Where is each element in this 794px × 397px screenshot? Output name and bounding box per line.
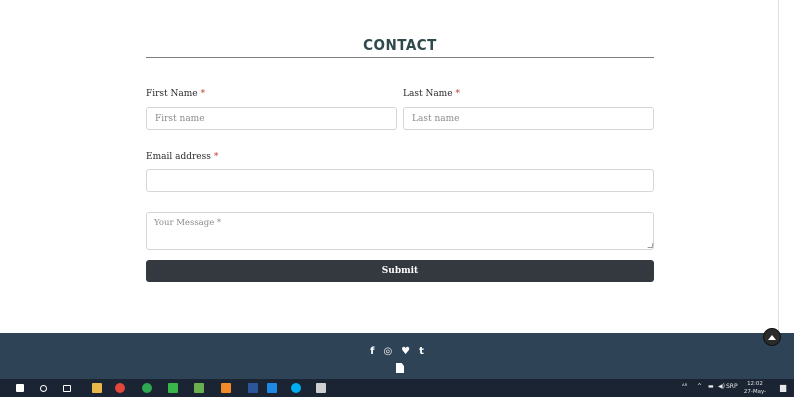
back-to-top-button[interactable] [763,328,781,346]
last-name-input[interactable] [403,107,654,130]
file-explorer-icon[interactable] [91,382,103,394]
app-green-icon[interactable] [141,382,153,394]
tumblr-icon[interactable]: t [419,346,424,358]
first-name-label-text: First Name [146,89,198,99]
email-label-text: Email address [146,152,211,162]
title-divider [146,57,654,58]
required-mark: * [213,152,219,162]
facebook-icon[interactable]: f [370,346,374,358]
app-green2-icon-glyph [168,383,178,393]
required-mark: * [200,89,206,99]
start-icon-glyph [16,384,24,392]
notepad-icon-glyph [194,383,204,393]
xampp-icon-glyph [221,383,231,393]
taskbar-clock[interactable]: 12:02 27-May-20 [741,380,769,397]
skype-icon[interactable] [290,382,302,394]
first-name-input[interactable] [146,107,397,130]
message-textarea[interactable] [146,212,654,250]
social-links: f ◎ ♥ t [0,346,794,358]
resize-handle[interactable] [647,243,654,248]
word-icon[interactable] [247,382,259,394]
last-name-label: Last Name * [403,89,460,99]
notepad-icon[interactable] [193,382,205,394]
task-view-icon-glyph [63,384,71,392]
volume-icon[interactable]: ◀) [718,383,725,390]
app-green2-icon[interactable] [167,382,179,394]
chrome-icon[interactable] [114,382,126,394]
first-name-label: First Name * [146,89,205,99]
required-mark: * [455,89,461,99]
notifications-icon[interactable]: ▆ [780,383,786,392]
chrome-icon-glyph [115,383,125,393]
task-view-icon[interactable] [61,382,73,394]
clock-date: 27-May-20 [743,389,767,395]
email-label: Email address * [146,152,218,162]
search-icon-glyph [39,384,47,392]
input-indicator-icon[interactable]: ᴬᴿ [682,383,687,390]
start-icon[interactable] [14,382,26,394]
twitter-icon[interactable]: ♥ [401,346,410,358]
photos-icon-glyph [316,383,326,393]
search-icon[interactable] [37,382,49,394]
last-name-label-text: Last Name [403,89,453,99]
submit-button[interactable]: Submit [146,260,654,282]
photos-icon[interactable] [315,382,327,394]
xampp-icon[interactable] [220,382,232,394]
scrollbar[interactable] [778,0,794,333]
vscode-icon[interactable] [266,382,278,394]
document-icon[interactable] [396,363,404,373]
skype-icon-glyph [291,383,301,393]
file-explorer-icon-glyph [92,383,102,393]
app-green-icon-glyph [142,383,152,393]
word-icon-glyph [248,383,258,393]
network-icon[interactable]: ▬ [708,383,714,390]
email-input[interactable] [146,169,654,192]
tray-chevron-icon[interactable]: ^ [697,383,702,390]
clock-time: 12:02 [747,381,763,387]
language-indicator[interactable]: SRP [726,383,738,390]
page-title: CONTACT [363,36,437,54]
instagram-icon[interactable]: ◎ [383,346,392,358]
vscode-icon-glyph [267,383,277,393]
